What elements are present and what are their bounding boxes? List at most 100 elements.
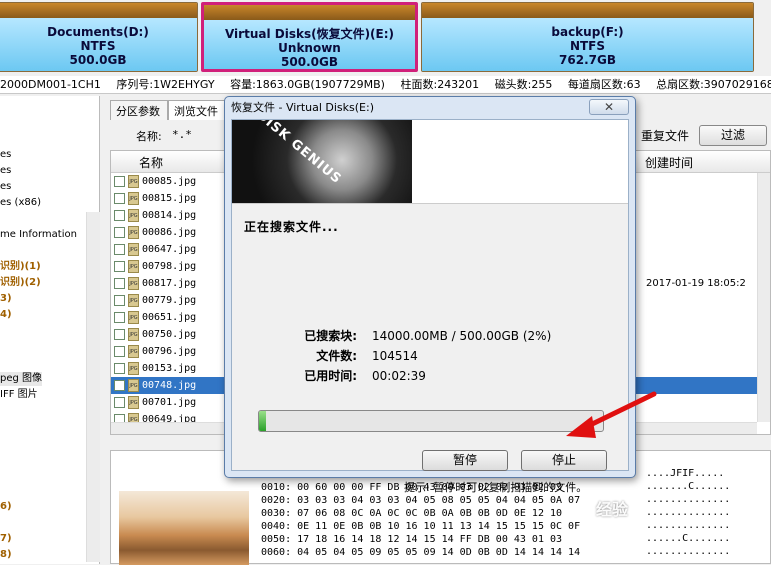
file-count-value: 104514 [372, 349, 418, 363]
partition-size: 500.0GB [281, 55, 338, 69]
tree-item[interactable]: 8) [0, 548, 12, 562]
tree-item[interactable]: me Information [0, 228, 77, 242]
disk-capacity: 容量:1863.0GB(1907729MB) [230, 78, 385, 91]
jpg-file-icon: JPG [128, 192, 139, 205]
disk-heads: 磁头数:255 [494, 78, 553, 91]
tree-item[interactable]: 7) [0, 532, 12, 546]
tree-item[interactable]: 4) [0, 308, 12, 322]
disk-model: 2000DM001-1CH1 [0, 78, 101, 91]
file-checkbox[interactable] [114, 193, 125, 204]
watermark-text: 经验 [596, 500, 629, 519]
filter-button[interactable]: 过滤 [699, 125, 767, 146]
file-checkbox[interactable] [114, 244, 125, 255]
directory-tree[interactable]: es es es es (x86) me Information 识别)(1) … [0, 96, 100, 564]
tree-scrollbar[interactable] [86, 212, 100, 562]
file-name: 00814.jpg [142, 210, 197, 221]
hint-text: 提示: 暂停时可以复制扫描到的文件。 [404, 481, 588, 494]
file-checkbox[interactable] [114, 176, 125, 187]
disk-total-sectors: 总扇区数:3907029168 [656, 78, 771, 91]
tree-item[interactable]: IFF 图片 [0, 388, 38, 402]
red-arrow-annotation [566, 391, 657, 438]
jpg-file-icon: JPG [128, 294, 139, 307]
jpg-file-icon: JPG [128, 175, 139, 188]
file-name: 00750.jpg [142, 329, 197, 340]
name-filter-input[interactable]: *.* [172, 128, 192, 141]
tree-item[interactable]: es [0, 148, 11, 162]
dialog-banner: DISK GENIUS [232, 120, 628, 204]
partition-fs: NTFS [569, 39, 606, 53]
file-name: 00086.jpg [142, 227, 197, 238]
file-checkbox[interactable] [114, 227, 125, 238]
search-status: 正在搜索文件... [244, 220, 339, 234]
ascii-line: .............. [646, 546, 731, 557]
tab-browse-files[interactable]: 浏览文件 [168, 100, 228, 120]
file-checkbox[interactable] [114, 346, 125, 357]
file-checkbox[interactable] [114, 397, 125, 408]
file-checkbox[interactable] [114, 261, 125, 272]
partition-fs: Unknown [278, 41, 341, 55]
searched-blocks-value: 14000.00MB / 500.00GB (2%) [372, 329, 552, 343]
tree-item[interactable]: 3) [0, 292, 12, 306]
file-name: 00647.jpg [142, 244, 197, 255]
duplicate-files-checkbox[interactable]: 重复文件 [641, 127, 689, 144]
file-checkbox[interactable] [114, 329, 125, 340]
image-thumbnail [119, 491, 249, 565]
partition-fs: NTFS [80, 39, 116, 53]
jpg-file-icon: JPG [128, 277, 139, 290]
column-name[interactable]: 名称 [139, 154, 163, 171]
stop-button[interactable]: 停止 [521, 450, 607, 471]
tree-item[interactable]: peg 图像 [0, 372, 43, 386]
jpg-file-icon: JPG [128, 226, 139, 239]
file-name: 00817.jpg [142, 278, 197, 289]
list-vertical-scrollbar[interactable] [757, 173, 770, 422]
partition-name: Documents(D:) [47, 25, 149, 39]
file-name: 00796.jpg [142, 346, 197, 357]
column-created-time[interactable]: 创建时间 [645, 154, 693, 171]
file-checkbox[interactable] [114, 210, 125, 221]
tree-item[interactable]: es (x86) [0, 196, 41, 210]
ascii-line: .......C...... [646, 481, 731, 492]
disk-sectors-per-track: 每道扇区数:63 [567, 78, 641, 91]
jpg-file-icon: JPG [128, 362, 139, 375]
partition-size: 762.7GB [559, 53, 616, 67]
file-name: 00085.jpg [142, 176, 197, 187]
tab-partition-params[interactable]: 分区参数 [110, 100, 168, 120]
file-name: 00701.jpg [142, 397, 197, 408]
progress-fill [259, 411, 266, 431]
jpg-file-icon: JPG [128, 328, 139, 341]
ascii-line: ......C....... [646, 533, 731, 544]
jpg-file-icon: JPG [128, 345, 139, 358]
name-filter-label: 名称: [136, 130, 162, 143]
ascii-line: ....JFIF..... [646, 468, 725, 479]
partition-name: Virtual Disks(恢复文件)(E:) [224, 27, 395, 41]
file-checkbox[interactable] [114, 278, 125, 289]
tree-item[interactable]: 识别)(1) [0, 260, 41, 274]
jpg-file-icon: JPG [128, 396, 139, 409]
file-name: 00153.jpg [142, 363, 197, 374]
tree-item[interactable]: es [0, 180, 11, 194]
file-name: 00651.jpg [142, 312, 197, 323]
file-name: 00815.jpg [142, 193, 197, 204]
hex-line: 0030: 07 06 08 0C 0A 0C 0C 0B 0A 0B 0B 0… [261, 508, 563, 519]
jpg-file-icon: JPG [128, 243, 139, 256]
tree-item[interactable]: es [0, 164, 11, 178]
searched-blocks-label: 已搜索块: [304, 329, 357, 343]
jpg-file-icon: JPG [128, 209, 139, 222]
disk-partition-d[interactable]: Documents(D:) NTFS 500.0GB [0, 2, 198, 72]
file-checkbox[interactable] [114, 363, 125, 374]
jpg-file-icon: JPG [128, 260, 139, 273]
file-checkbox[interactable] [114, 295, 125, 306]
tree-item[interactable]: 6) [0, 500, 12, 514]
elapsed-time-value: 00:02:39 [372, 369, 426, 383]
hard-disk-image: DISK GENIUS [232, 120, 412, 203]
file-checkbox[interactable] [114, 380, 125, 391]
disk-partition-e[interactable]: Virtual Disks(恢复文件)(E:) Unknown 500.0GB [201, 2, 418, 72]
file-checkbox[interactable] [114, 312, 125, 323]
search-progress-bar [258, 410, 604, 432]
disk-partition-f[interactable]: backup(F:) NTFS 762.7GB [421, 2, 754, 72]
jpg-file-icon: JPG [128, 379, 139, 392]
pause-button[interactable]: 暂停 [422, 450, 508, 471]
file-count-label: 文件数: [316, 349, 357, 363]
close-icon[interactable]: ✕ [589, 99, 629, 115]
tree-item[interactable]: 识别)(2) [0, 276, 41, 290]
